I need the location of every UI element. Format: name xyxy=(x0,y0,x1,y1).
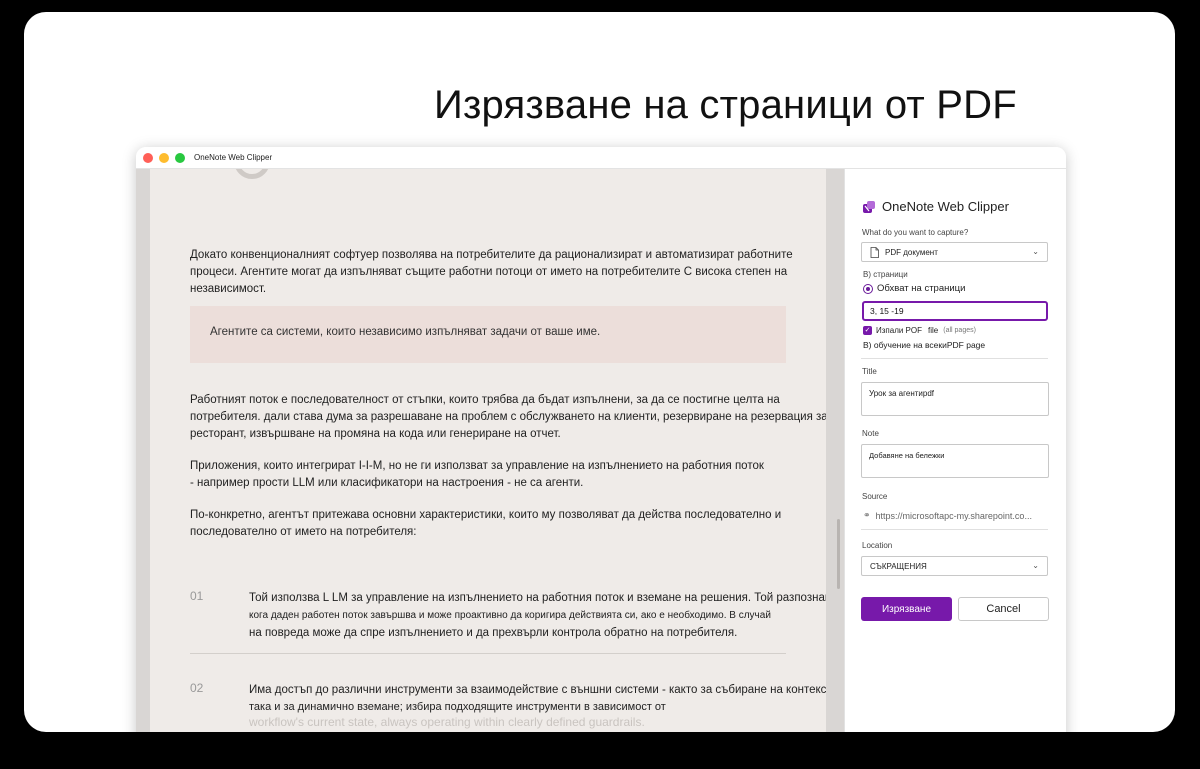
clip-button[interactable]: Изрязване xyxy=(861,597,952,621)
section-divider xyxy=(861,358,1048,359)
maximize-window-button[interactable] xyxy=(175,152,185,163)
paragraph-line: - например прости LLM или класификатори … xyxy=(190,477,584,489)
section-divider xyxy=(861,529,1048,530)
page-number-graphic xyxy=(234,169,270,179)
note-input[interactable]: Добавяне на бележки xyxy=(861,444,1049,478)
attach-pdf-label: Изпали POF xyxy=(876,326,923,335)
link-icon: ⚭ xyxy=(863,510,871,520)
attach-pdf-option[interactable]: ✓ Изпали POF file (all pages) xyxy=(863,326,976,335)
list-divider xyxy=(190,653,786,654)
title-input[interactable]: Урок за агентиpdf xyxy=(861,382,1049,416)
source-label: Source xyxy=(862,492,888,501)
list-item-line: Има достъп до различни инструменти за вз… xyxy=(249,684,826,696)
paragraph: Работният поток е последователност от ст… xyxy=(190,394,826,440)
page-range-input[interactable] xyxy=(862,301,1048,321)
viewer-scrollbar[interactable] xyxy=(837,519,840,589)
location-label: Location xyxy=(862,541,893,550)
highlight-quote: Агентите са системи, които независимо из… xyxy=(190,306,786,363)
location-value: СЪКРАЩЕНИЯ xyxy=(870,561,927,571)
checkbox-checked-icon[interactable]: ✓ xyxy=(863,326,872,335)
window-titlebar: OneNote Web Clipper xyxy=(136,147,1066,169)
attach-file-label: file xyxy=(928,326,939,335)
pdf-viewer[interactable]: Докато конвенционалният софтуер позволяв… xyxy=(136,169,844,732)
window-title: OneNote Web Clipper xyxy=(194,153,273,162)
every-page-option[interactable]: В) обучение на всекиPDF page xyxy=(863,340,985,350)
capture-type-select[interactable]: PDF документ ⌄ xyxy=(861,242,1048,262)
capture-type-value: PDF документ xyxy=(885,247,938,257)
page-range-label: Обхват на страници xyxy=(877,283,966,294)
panel-title: OneNote Web Clipper xyxy=(882,199,1009,214)
title-label: Title xyxy=(862,367,877,376)
source-url: https://microsoftapc-my.sharepoint.co... xyxy=(875,510,1032,521)
paragraph: По-конкретно, агентът притежава основни … xyxy=(190,509,782,538)
note-label: Note xyxy=(862,429,879,438)
hero-title: Изрязване на страници от PDF xyxy=(434,83,1017,127)
paragraph: Докато конвенционалният софтуер позволяв… xyxy=(190,249,793,295)
list-number: 02 xyxy=(190,681,204,695)
cancel-button[interactable]: Cancel xyxy=(958,597,1049,621)
every-page-label-suffix: PDF page xyxy=(946,340,986,350)
list-number: 01 xyxy=(190,589,204,603)
list-item-line: на повреда може да спре изпълнението и д… xyxy=(249,627,738,639)
chevron-down-icon: ⌄ xyxy=(1032,247,1039,256)
clipper-panel: OneNote Web Clipper What do you want to … xyxy=(844,169,1066,732)
app-window: OneNote Web Clipper Докато конвенционалн… xyxy=(136,147,1066,732)
every-page-label: В) обучение на всеки xyxy=(863,340,947,350)
close-window-button[interactable] xyxy=(143,152,153,163)
capture-label: What do you want to capture? xyxy=(862,228,969,237)
presentation-card: Изрязване на страници от PDF OneNote Web… xyxy=(24,12,1175,732)
attach-pdf-hint: (all pages) xyxy=(943,327,976,334)
panel-header: OneNote Web Clipper xyxy=(862,199,1009,214)
pdf-page: Докато конвенционалният софтуер позволяв… xyxy=(150,169,826,732)
chevron-down-icon: ⌄ xyxy=(1032,561,1039,570)
pages-label: В) страници xyxy=(863,270,908,279)
list-item-line: workflow's current state, always operati… xyxy=(249,715,645,729)
onenote-clipper-icon xyxy=(863,200,875,213)
paragraph: Приложения, които интегрират I-I-M, но н… xyxy=(190,458,826,492)
location-select[interactable]: СЪКРАЩЕНИЯ ⌄ xyxy=(861,556,1048,576)
list-item-line: Той използва L LM за управление на изпъл… xyxy=(249,592,826,604)
paragraph-line: Приложения, които интегрират I-I-M, но н… xyxy=(190,460,764,472)
list-item-line: кога даден работен поток завършва и може… xyxy=(249,610,771,621)
radio-selected-icon[interactable] xyxy=(863,283,873,294)
document-icon xyxy=(870,246,879,258)
source-link[interactable]: ⚭ https://microsoftapc-my.sharepoint.co.… xyxy=(863,510,1032,521)
page-range-option[interactable]: Обхват на страници xyxy=(863,283,965,294)
minimize-window-button[interactable] xyxy=(159,152,169,163)
